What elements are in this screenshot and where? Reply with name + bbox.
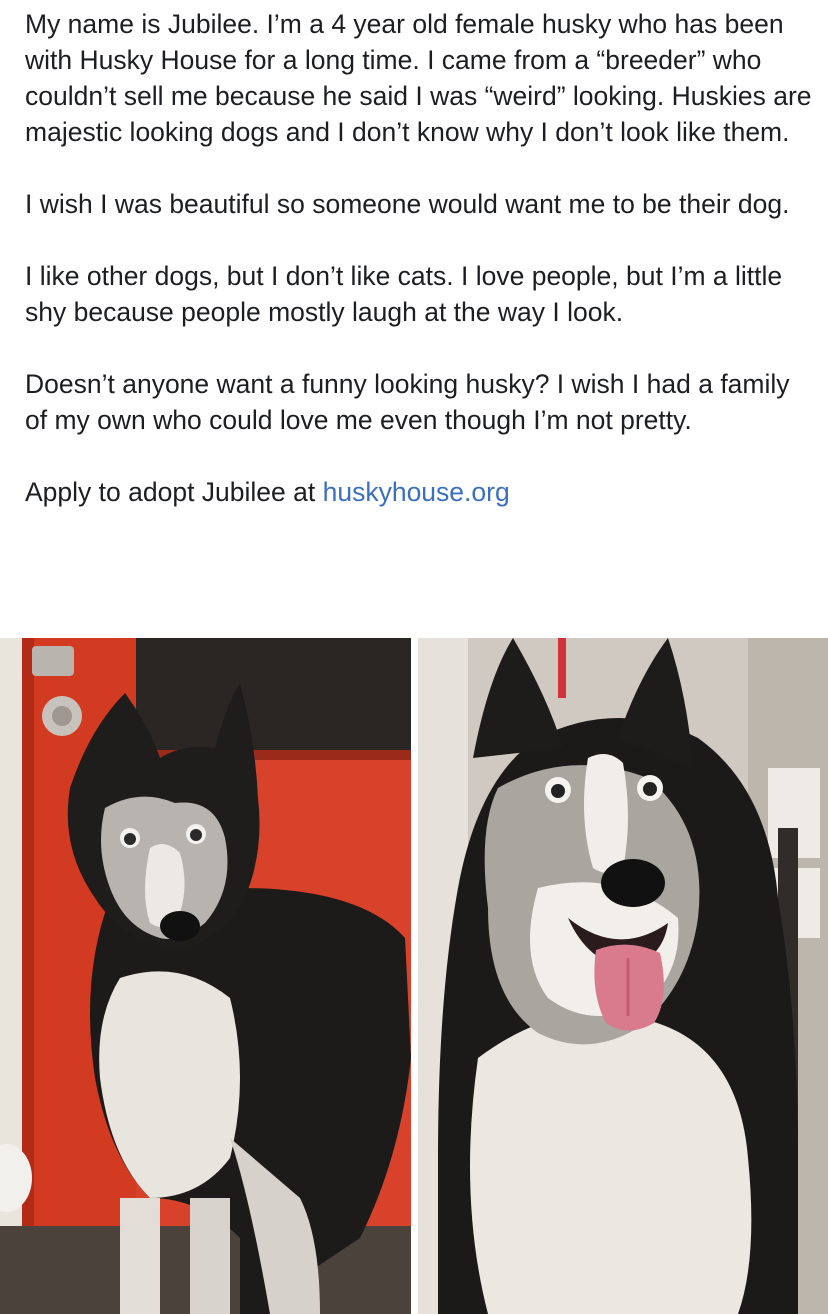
post-paragraph-3: I like other dogs, but I don’t like cats… bbox=[25, 261, 783, 327]
post-paragraph-2: I wish I was beautiful so someone would … bbox=[25, 189, 790, 219]
photo-grid bbox=[0, 638, 828, 1314]
photo-husky-smiling[interactable] bbox=[418, 638, 828, 1314]
apply-line: Apply to adopt Jubilee at huskyhouse.org bbox=[25, 474, 815, 510]
post-text: My name is Jubilee. I’m a 4 year old fem… bbox=[25, 6, 815, 510]
post-paragraph-1: My name is Jubilee. I’m a 4 year old fem… bbox=[25, 9, 812, 147]
apply-text: Apply to adopt Jubilee at bbox=[25, 477, 323, 507]
photo-husky-by-door[interactable] bbox=[0, 638, 411, 1314]
huskyhouse-link[interactable]: huskyhouse.org bbox=[323, 477, 510, 507]
husky-smiling-image bbox=[418, 638, 828, 1314]
post-paragraph-4: Doesn’t anyone want a funny looking husk… bbox=[25, 369, 790, 435]
husky-door-image bbox=[0, 638, 411, 1314]
